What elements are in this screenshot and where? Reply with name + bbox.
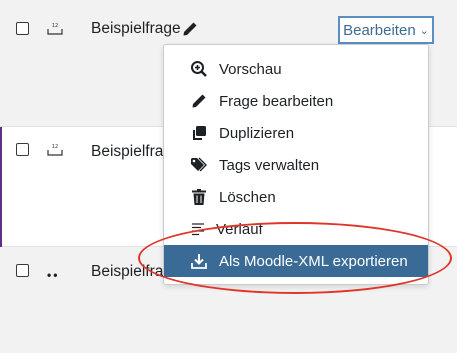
zoom-in-icon: [189, 59, 209, 79]
question-select-checkbox[interactable]: [16, 143, 29, 156]
menu-item-verlauf[interactable]: Verlauf: [164, 213, 428, 245]
menu-item-duplizieren[interactable]: Duplizieren: [164, 117, 428, 149]
question-type-icon: ••: [47, 268, 60, 282]
menu-item-tags-verwalten[interactable]: Tags verwalten: [164, 149, 428, 181]
edit-pencil-icon[interactable]: [182, 21, 198, 37]
row-selection-indicator: [0, 127, 2, 247]
tags-icon: [189, 155, 209, 175]
edit-dropdown-menu: Vorschau Frage bearbeiten Duplizieren Ta…: [163, 44, 429, 285]
menu-item-frage-bearbeiten[interactable]: Frage bearbeiten: [164, 85, 428, 117]
menu-item-label: Löschen: [219, 188, 276, 206]
edit-dropdown-button[interactable]: Bearbeiten ⌄: [338, 16, 434, 44]
question-type-icon: 12: [47, 144, 63, 156]
menu-item-label: Frage bearbeiten: [219, 92, 334, 110]
edit-dropdown-label: Bearbeiten: [343, 21, 416, 39]
copy-icon: [189, 123, 209, 143]
menu-item-label: Als Moodle-XML exportieren: [219, 252, 408, 270]
question-name[interactable]: Beispielfrage: [91, 20, 181, 38]
download-icon: [189, 251, 209, 271]
menu-item-export-moodle-xml[interactable]: Als Moodle-XML exportieren: [164, 245, 428, 277]
menu-item-label: Verlauf: [216, 220, 263, 238]
history-icon: [189, 219, 209, 239]
trash-icon: [189, 187, 209, 207]
chevron-down-icon: ⌄: [419, 24, 429, 37]
menu-item-loeschen[interactable]: Löschen: [164, 181, 428, 213]
menu-item-label: Duplizieren: [219, 124, 295, 142]
menu-item-label: Vorschau: [219, 60, 282, 78]
question-type-icon: 12: [47, 23, 63, 35]
question-select-checkbox[interactable]: [16, 22, 29, 35]
svg-text:12: 12: [52, 144, 58, 150]
question-select-checkbox[interactable]: [16, 264, 29, 277]
menu-item-label: Tags verwalten: [219, 156, 320, 174]
pencil-icon: [189, 91, 209, 111]
svg-text:12: 12: [52, 23, 58, 29]
menu-item-vorschau[interactable]: Vorschau: [164, 53, 428, 85]
